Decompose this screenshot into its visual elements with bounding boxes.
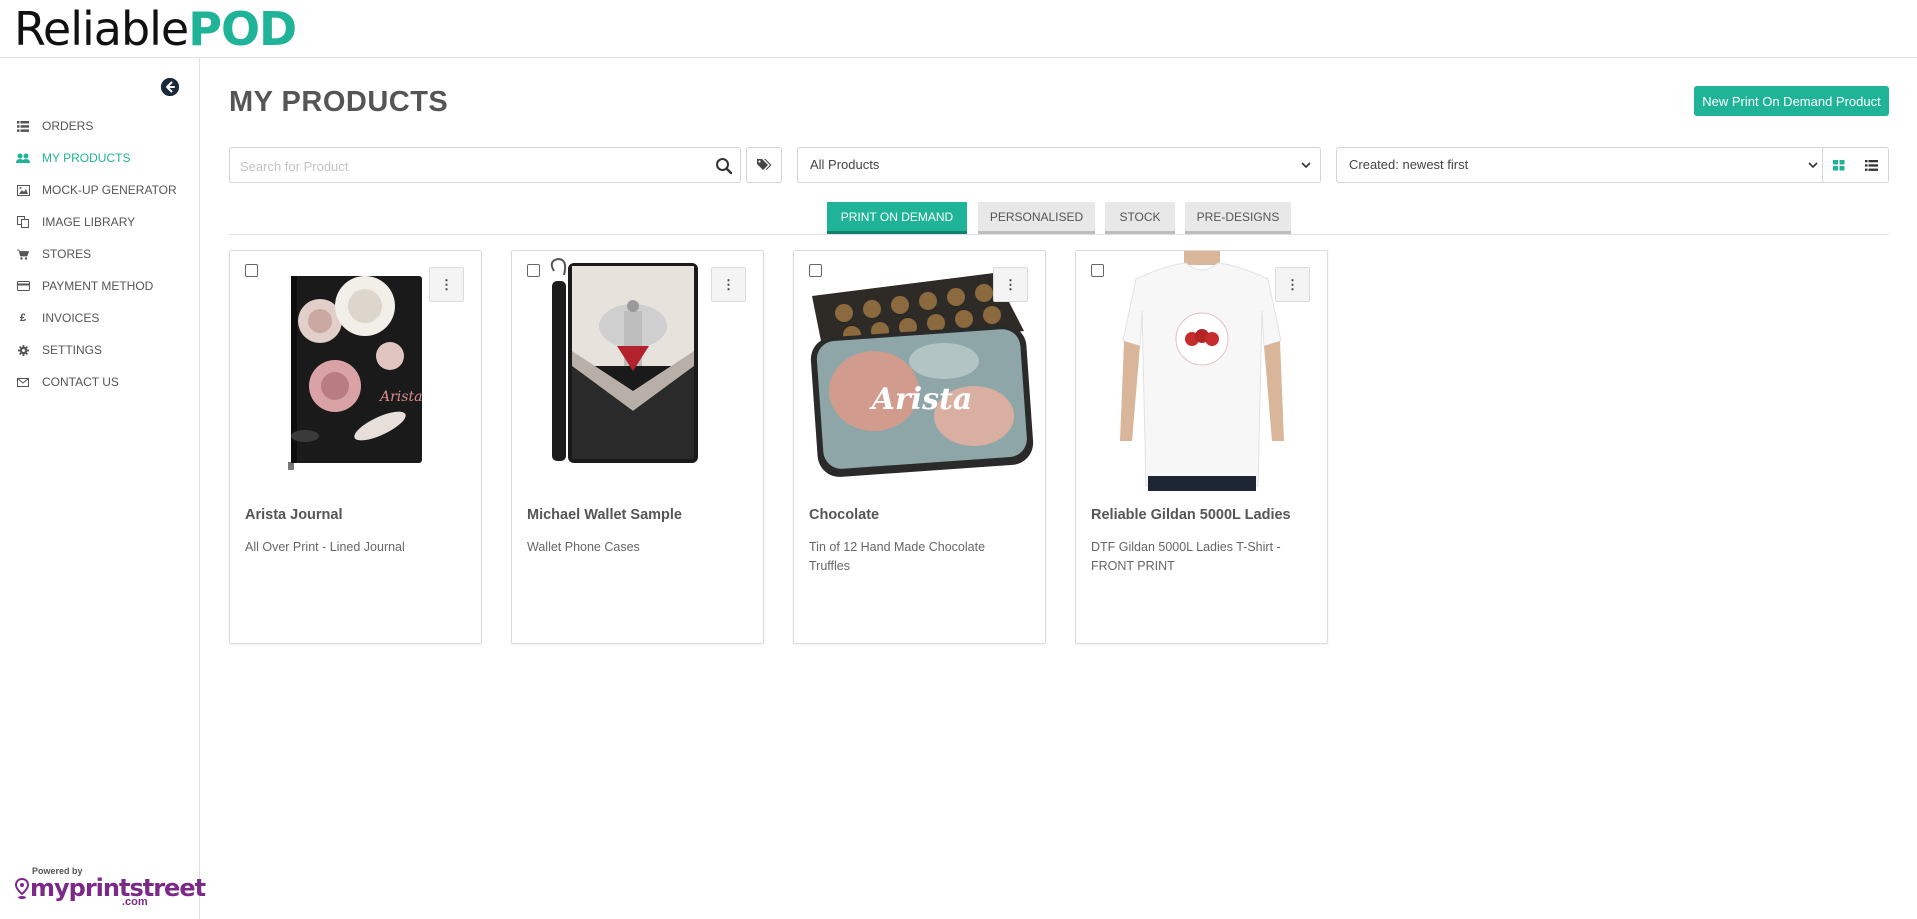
tab-personalised[interactable]: PERSONALISED (978, 202, 1095, 234)
sidebar-item-payment-method[interactable]: PAYMENT METHOD (0, 270, 199, 302)
svg-text:Arista: Arista (378, 389, 422, 405)
sidebar-item-label: CONTACT US (42, 375, 119, 389)
pound-icon: £ (19, 312, 27, 324)
sidebar-item-orders[interactable]: ORDERS (0, 110, 199, 142)
product-menu-button[interactable]: ⋮ (1275, 267, 1310, 302)
product-description: Tin of 12 Hand Made Chocolate Truffles (809, 540, 986, 573)
product-menu-button[interactable]: ⋮ (711, 267, 746, 302)
more-vertical-icon: ⋮ (722, 276, 735, 292)
sidebar-item-label: PAYMENT METHOD (42, 279, 154, 293)
sidebar-item-label: MOCK-UP GENERATOR (42, 183, 177, 197)
grid-view-button[interactable] (1823, 148, 1856, 182)
sidebar-item-image-library[interactable]: IMAGE LIBRARY (0, 206, 199, 238)
sidebar-item-contact-us[interactable]: CONTACT US (0, 366, 199, 398)
sidebar-item-invoices[interactable]: £ INVOICES (0, 302, 199, 334)
sidebar-item-label: INVOICES (42, 311, 100, 325)
logo-part-2: POD (188, 2, 297, 56)
sort-select[interactable]: Created: newest first (1336, 147, 1828, 183)
reliablepod-logo[interactable]: ReliablePOD (14, 2, 297, 56)
product-description: Wallet Phone Cases (527, 540, 640, 554)
product-filter-value: All Products (810, 157, 880, 172)
powered-by-logo[interactable]: Powered by myprintstreet .com (14, 866, 206, 910)
view-toggle (1822, 147, 1889, 183)
tab-print-on-demand[interactable]: PRINT ON DEMAND (827, 202, 967, 234)
select-product-checkbox[interactable] (245, 264, 258, 277)
product-card[interactable]: ⋮ Michael Wallet Sample Wallet Phone Cas… (511, 250, 764, 644)
tags-icon (757, 159, 772, 170)
product-name[interactable]: Chocolate (809, 507, 879, 523)
location-pin-icon (15, 878, 29, 899)
more-vertical-icon: ⋮ (440, 276, 453, 292)
search-box (229, 147, 741, 183)
product-description: DTF Gildan 5000L Ladies T-Shirt - FRONT … (1091, 540, 1281, 573)
main-content: MY PRODUCTS New Print On Demand Product … (200, 58, 1917, 919)
list-icon (16, 119, 30, 133)
sort-value: Created: newest first (1349, 157, 1469, 172)
credit-card-icon (16, 279, 30, 293)
more-vertical-icon: ⋮ (1286, 276, 1299, 292)
powered-tld: .com (122, 896, 148, 908)
logo-part-1: Reliable (14, 2, 189, 56)
collapse-sidebar-button[interactable] (161, 78, 179, 96)
copy-icon (16, 215, 30, 229)
search-input[interactable] (240, 156, 690, 176)
sidebar-item-my-products[interactable]: MY PRODUCTS (0, 142, 199, 174)
more-vertical-icon: ⋮ (1004, 276, 1017, 292)
page-title: MY PRODUCTS (229, 86, 449, 118)
product-name[interactable]: Reliable Gildan 5000L Ladies (1091, 507, 1291, 523)
sidebar-item-label: SETTINGS (42, 343, 103, 357)
arrow-left-icon (161, 78, 179, 96)
product-type-tabs: PRINT ON DEMAND PERSONALISED STOCK PRE-D… (229, 202, 1889, 235)
product-filter-select[interactable]: All Products (797, 147, 1321, 183)
product-menu-button[interactable]: ⋮ (993, 267, 1028, 302)
chevron-down-icon (1301, 162, 1311, 169)
cart-icon (16, 247, 30, 261)
list-icon (1865, 159, 1879, 171)
sidebar-item-label: MY PRODUCTS (42, 151, 131, 165)
list-view-button[interactable] (1856, 148, 1889, 182)
top-header: ReliablePOD (0, 0, 1917, 58)
sidebar-item-stores[interactable]: STORES (0, 238, 199, 270)
select-product-checkbox[interactable] (527, 264, 540, 277)
search-icon[interactable] (715, 157, 733, 175)
sidebar-item-settings[interactable]: SETTINGS (0, 334, 199, 366)
product-name[interactable]: Michael Wallet Sample (527, 507, 682, 523)
tab-stock[interactable]: STOCK (1105, 202, 1175, 234)
product-menu-button[interactable]: ⋮ (429, 267, 464, 302)
gear-icon (16, 343, 30, 357)
sidebar-item-label: STORES (42, 247, 92, 261)
tin-label-text: Arista (869, 382, 973, 417)
product-card[interactable]: ⋮ Reliable Gildan 5000L Ladies DTF Gilda… (1075, 250, 1328, 644)
sidebar: ORDERS MY PRODUCTS MOCK-UP GENERATOR IMA… (0, 58, 206, 919)
users-icon (16, 151, 30, 165)
product-name[interactable]: Arista Journal (245, 507, 343, 523)
product-description: All Over Print - Lined Journal (245, 540, 405, 554)
sidebar-nav: ORDERS MY PRODUCTS MOCK-UP GENERATOR IMA… (0, 110, 199, 398)
sidebar-item-label: IMAGE LIBRARY (42, 215, 136, 229)
tab-pre-designs[interactable]: PRE-DESIGNS (1185, 202, 1291, 234)
envelope-icon (16, 375, 30, 389)
powered-brand: myprintstreet (30, 874, 206, 902)
grid-icon (1833, 159, 1845, 170)
select-product-checkbox[interactable] (1091, 264, 1104, 277)
chevron-down-icon (1808, 162, 1818, 169)
product-card[interactable]: Arista ⋮ Chocolate Tin of 12 Hand Made C… (793, 250, 1046, 644)
product-card[interactable]: Arista ⋮ Arista Journal All Over Print -… (229, 250, 482, 644)
select-product-checkbox[interactable] (809, 264, 822, 277)
tags-filter-button[interactable] (746, 147, 782, 183)
new-print-on-demand-product-button[interactable]: New Print On Demand Product (1694, 86, 1889, 116)
image-icon (16, 183, 30, 197)
sidebar-item-mockup-generator[interactable]: MOCK-UP GENERATOR (0, 174, 199, 206)
sidebar-item-label: ORDERS (42, 119, 94, 133)
